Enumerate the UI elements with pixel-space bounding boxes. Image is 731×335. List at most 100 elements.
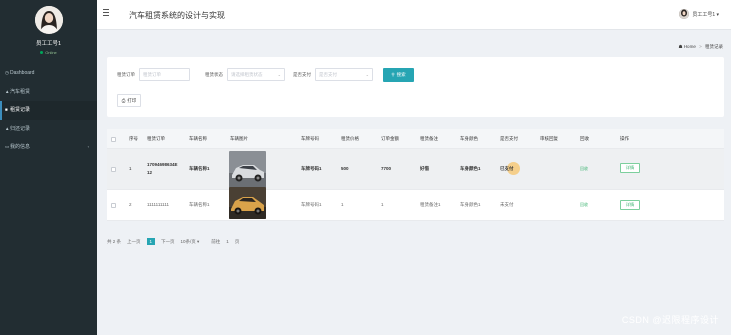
sidebar-item-return-records[interactable]: ▲归还记录	[0, 120, 97, 139]
online-status: Online	[0, 50, 97, 55]
select-all-checkbox[interactable]	[111, 137, 116, 142]
col-price: 租赁价格	[341, 136, 359, 141]
sidebar-item-label: 归还记录	[10, 125, 31, 132]
sidebar-item-rental-records[interactable]: ■ 租赁记录	[0, 101, 97, 120]
breadcrumb: ☗ Home > 租赁记录	[679, 44, 724, 50]
user-menu[interactable]: 员工工号1 ▾	[679, 9, 719, 19]
top-navbar: 汽车租赁系统的设计与实现 员工工号1 ▾	[97, 0, 731, 30]
col-amount: 订单金额	[381, 136, 399, 141]
chevron-left-icon: ‹	[87, 144, 89, 149]
col-status: 回收	[580, 136, 589, 141]
row-paid: 未支付	[500, 202, 514, 207]
sidebar-user-name: 员工工号1	[35, 41, 62, 47]
goto-label: 前往	[211, 238, 221, 244]
col-car-image: 车辆图片	[230, 136, 248, 141]
watermark-text: CSDN @迟限程序设计	[621, 315, 719, 325]
menu-toggle-icon[interactable]	[103, 9, 109, 18]
row-price: 500	[341, 166, 349, 171]
car-image	[229, 151, 266, 188]
row-plate: 车牌号码1	[301, 166, 322, 171]
row-index: 2	[129, 202, 132, 207]
goto-page-input[interactable]: 1	[226, 239, 229, 244]
order-filter-label: 租赁订单	[117, 71, 135, 77]
sidebar-item-label: 汽车租赁	[10, 88, 31, 95]
app-title: 汽车租赁系统的设计与实现	[129, 11, 225, 20]
row-color: 车身颜色1	[460, 202, 481, 207]
pay-select-placeholder: 是否支付	[319, 72, 337, 77]
col-car-name: 车辆名称	[189, 136, 207, 141]
breadcrumb-home[interactable]: Home	[684, 44, 696, 49]
user-menu-label: 员工工号1 ▾	[692, 11, 719, 18]
search-icon: ⚲	[391, 72, 395, 77]
car-image	[229, 187, 266, 219]
avatar	[34, 6, 63, 34]
detail-button[interactable]: 详情	[620, 200, 640, 210]
breadcrumb-current: 租赁记录	[705, 44, 723, 49]
row-status[interactable]: 回收	[580, 166, 588, 172]
order-input[interactable]: 租赁订单	[139, 68, 190, 81]
row-amount: 7700	[381, 166, 392, 171]
car-icon: ▲	[5, 88, 10, 94]
page-suffix: 页	[234, 238, 240, 244]
row-remark: 租赁备注1	[420, 202, 441, 207]
sidebar-item-dashboard[interactable]: ◷Dashboard	[0, 64, 97, 83]
breadcrumb-separator: >	[699, 44, 702, 49]
row-status[interactable]: 回收	[580, 202, 588, 208]
row-amount: 1	[381, 202, 384, 207]
status-select[interactable]: 请选择租赁状态 ⌄	[227, 68, 285, 81]
search-panel: 租赁订单 租赁订单 租赁状态 请选择租赁状态 ⌄ 是否支付 是否支付 ⌄ ⚲ 搜索 ⎙…	[107, 57, 724, 117]
row-order-line1: 17094698634E	[147, 162, 178, 167]
chevron-down-icon: ⌄	[277, 72, 281, 77]
online-dot-icon	[40, 51, 44, 55]
sidebar-item-label: 我的信息	[10, 144, 31, 150]
col-plate: 车牌号码	[301, 136, 319, 141]
col-remark: 租赁备注	[420, 136, 438, 141]
col-actions: 操作	[620, 136, 629, 141]
page-number-current[interactable]: 1	[146, 238, 156, 245]
col-reply: 审核回复	[540, 136, 558, 141]
row-paid: 已支付	[500, 166, 514, 171]
row-index: 1	[129, 166, 132, 171]
col-color: 车身颜色	[460, 136, 478, 141]
sidebar-item-label: 租赁记录	[10, 107, 31, 113]
detail-button[interactable]: 详情	[620, 163, 640, 173]
col-index: 序号	[129, 136, 138, 141]
row-checkbox[interactable]	[111, 203, 116, 208]
print-icon: ⎙	[121, 98, 126, 103]
row-order: 1111111111	[147, 202, 170, 207]
next-page-button[interactable]: 下一页	[161, 239, 175, 245]
sidebar-profile: 员工工号1 Online	[0, 0, 97, 55]
table-header: 序号 租赁订单 车辆名称 车辆图片 车牌号码 租赁价格 订单金额 租赁备注 车身…	[107, 129, 724, 149]
order-filter: 租赁订单 租赁订单	[117, 68, 190, 81]
records-table: 序号 租赁订单 车辆名称 车辆图片 车牌号码 租赁价格 订单金额 租赁备注 车身…	[107, 129, 724, 221]
row-price: 1	[341, 202, 344, 207]
table-row: 2 1111111111 车辆名称1 车牌号码1 1 1 租赁备注1 车身颜色1…	[107, 187, 724, 221]
pay-filter: 是否支付 是否支付 ⌄	[293, 68, 373, 81]
col-order: 租赁订单	[147, 136, 165, 141]
pay-filter-label: 是否支付	[293, 71, 311, 77]
online-status-label: Online	[45, 50, 57, 55]
sidebar-item-car-rental[interactable]: ▲汽车租赁	[0, 83, 97, 102]
dashboard-icon: ◷	[5, 70, 9, 75]
pay-select[interactable]: 是否支付 ⌄	[315, 68, 373, 81]
row-checkbox[interactable]	[111, 167, 116, 172]
col-paid: 是否支付	[500, 136, 518, 141]
list-icon: ■	[5, 107, 8, 112]
row-plate: 车牌号码1	[301, 202, 322, 207]
sidebar-menu: ◷Dashboard ▲汽车租赁 ■ 租赁记录 ▲归还记录 ▭我的信息 ‹	[0, 64, 97, 157]
pagination: 共 2 条 上一页 1 下一页 10条/页 ▾ 前往 1 页	[107, 238, 245, 245]
search-button[interactable]: ⚲ 搜索	[383, 68, 414, 82]
user-avatar	[679, 9, 690, 19]
print-button[interactable]: ⎙ 打印	[117, 94, 141, 107]
status-filter: 租赁状态 请选择租赁状态 ⌄	[205, 68, 285, 81]
table-row: 1 17094698634E 12 车辆名称1 车牌号码1 500 7700 好借…	[107, 149, 724, 190]
sidebar-item-my-info[interactable]: ▭我的信息 ‹	[0, 138, 97, 157]
page-size-select[interactable]: 10条/页 ▾	[181, 239, 200, 245]
row-order: 17094698634E 12	[147, 161, 178, 177]
sidebar-item-label: Dashboard	[10, 70, 35, 76]
row-order-line2: 12	[147, 170, 153, 175]
prev-page-button[interactable]: 上一页	[127, 239, 141, 245]
row-color: 车身颜色1	[460, 166, 481, 171]
sidebar: 员工工号1 Online ◷Dashboard ▲汽车租赁 ■ 租赁记录 ▲归还记…	[0, 0, 97, 335]
home-icon: ☗	[678, 44, 683, 49]
